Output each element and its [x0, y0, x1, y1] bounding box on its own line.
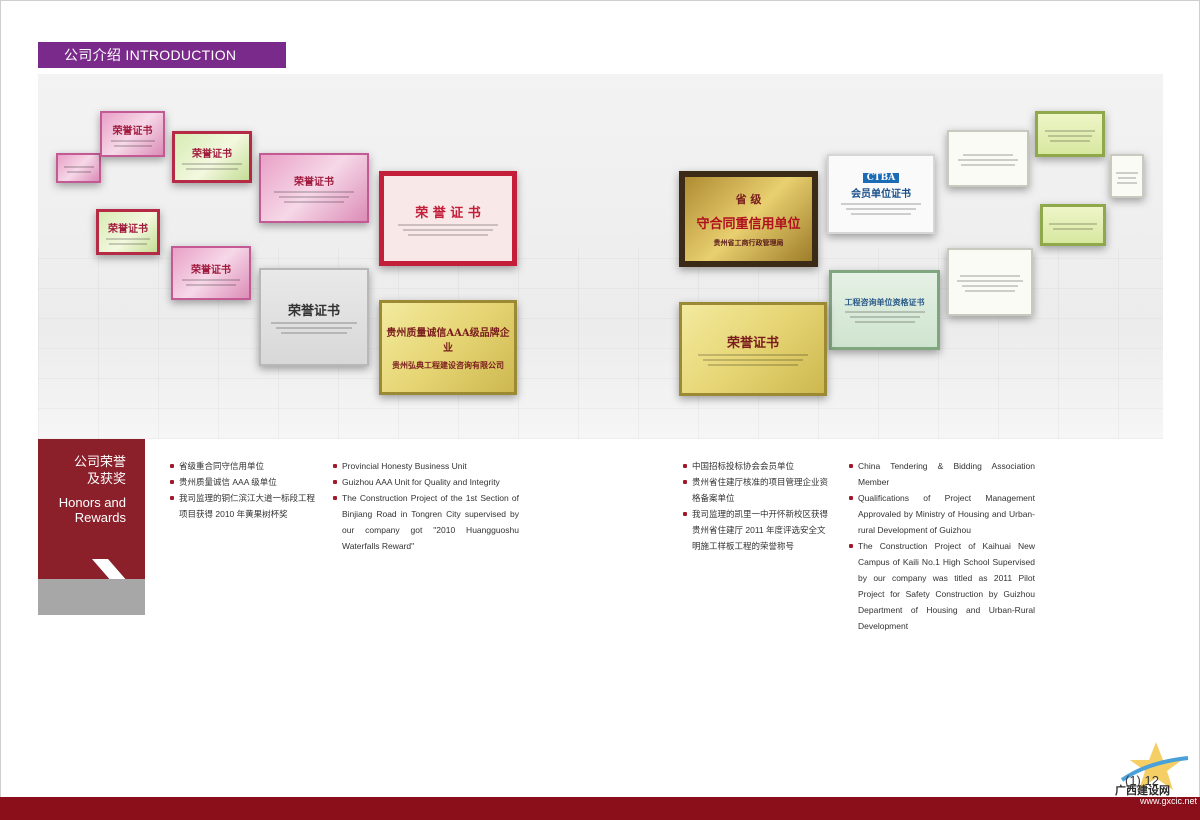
certificate-lime-2: [1040, 204, 1106, 246]
certificate-consulting: 工程咨询单位资格证书: [829, 270, 940, 350]
footer-bar: [0, 797, 1200, 820]
certificate-credit-plaque: 省 级 守合同重信用单位 贵州省工商行政管理局: [679, 171, 818, 267]
certificate-pink-small: [56, 153, 101, 183]
honors-list-left-cn: 省级重合同守信用单位 贵州质量诚信 AAA 级单位 我司监理的铜仁滨江大道一标段…: [170, 458, 322, 522]
honors-list-right-cn: 中国招标投标协会会员单位 贵州省住建厅核准的项目管理企业资格备案单位 我司监理的…: [683, 458, 829, 554]
certificate-paper-1: [947, 130, 1029, 187]
list-item: Qualifications of Project Management App…: [849, 490, 1035, 538]
list-item: The Construction Project of the 1st Sect…: [333, 490, 519, 554]
list-item: Guizhou AAA Unit for Quality and Integri…: [333, 474, 519, 490]
certificate-pink-1: 荣誉证书: [100, 111, 165, 157]
list-item: 省级重合同守信用单位: [170, 458, 322, 474]
certificate-red-frame: 荣 誉 证 书: [379, 171, 517, 266]
honors-list-left-en: Provincial Honesty Business Unit Guizhou…: [333, 458, 519, 554]
certificate-paper-small: [1110, 154, 1144, 198]
list-item: China Tendering & Bidding Association Me…: [849, 458, 1035, 490]
list-item: 我司监理的凯里一中开怀新校区获得贵州省住建厅 2011 年度评选安全文明施工样板…: [683, 506, 829, 554]
list-item: Provincial Honesty Business Unit: [333, 458, 519, 474]
honors-title-en: Honors and Rewards: [58, 495, 126, 525]
section-tab: 公司介绍 INTRODUCTION: [38, 42, 286, 68]
gray-accent-block: [38, 579, 145, 615]
certificate-green-2: 荣誉证书: [96, 209, 160, 255]
certificate-pink-3: 荣誉证书: [171, 246, 251, 300]
certificate-lime-1: [1035, 111, 1105, 157]
honors-title-cn: 公司荣誉及获奖: [73, 454, 126, 486]
certificate-pink-2: 荣誉证书: [259, 153, 369, 223]
site-logo-url: www.gxcic.net: [1140, 796, 1198, 806]
list-item: 我司监理的铜仁滨江大道一标段工程项目获得 2010 年黄果树杯奖: [170, 490, 322, 522]
list-item: 中国招标投标协会会员单位: [683, 458, 829, 474]
list-item: 贵州省住建厅核准的项目管理企业资格备案单位: [683, 474, 829, 506]
certificate-paper-2: [947, 248, 1033, 316]
certificate-ctba: CTBA 会员单位证书: [827, 154, 935, 234]
certificate-aaa-plaque: 贵州质量诚信AAA级品牌企业 贵州弘典工程建设咨询有限公司: [379, 300, 517, 395]
list-item: The Construction Project of Kaihuai New …: [849, 538, 1035, 634]
honors-list-right-en: China Tendering & Bidding Association Me…: [849, 458, 1035, 634]
certificate-green-1: 荣誉证书: [172, 131, 252, 183]
certificate-gold-right: 荣誉证书: [679, 302, 827, 396]
certificate-gallery: 荣誉证书 荣誉证书 荣誉证书 荣誉证书 荣誉证书 荣 誉 证 书 荣誉证书 贵州…: [38, 74, 1163, 439]
certificate-gray: 荣誉证书: [259, 268, 369, 366]
list-item: 贵州质量诚信 AAA 级单位: [170, 474, 322, 490]
